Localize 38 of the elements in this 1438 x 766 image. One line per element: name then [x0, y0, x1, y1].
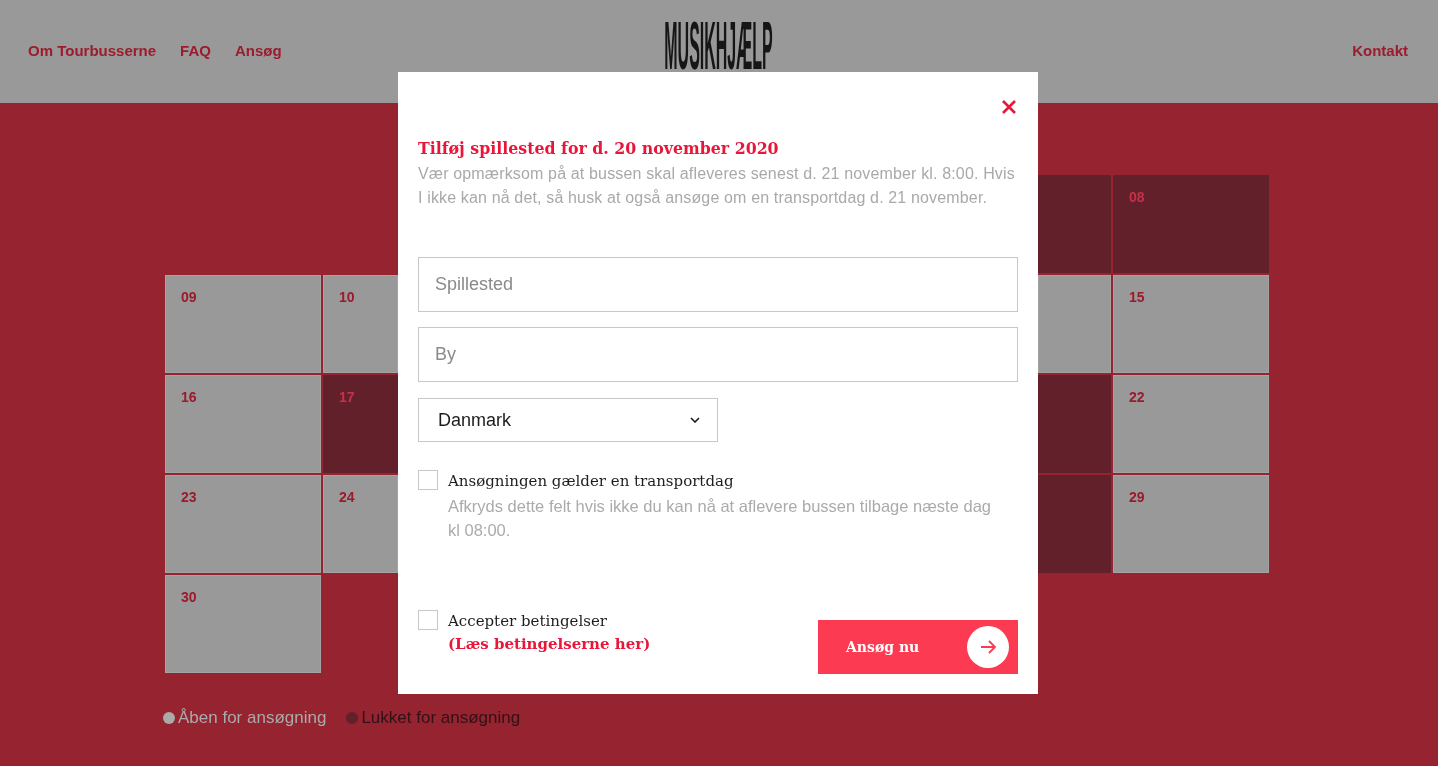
- close-icon: [1002, 100, 1016, 114]
- legend-label: Åben for ansøgning: [178, 708, 327, 728]
- checkbox[interactable]: [418, 470, 438, 490]
- country-select[interactable]: Danmark: [418, 398, 718, 442]
- modal-title: Tilføj spillested for d. 20 november 2020: [418, 138, 780, 160]
- chevron-down-icon: [690, 417, 700, 423]
- calendar-day[interactable]: 16: [165, 375, 321, 473]
- calendar-day[interactable]: 08: [1113, 175, 1269, 273]
- site-logo[interactable]: MUSIKHJÆLP: [663, 20, 773, 71]
- arrow-right-icon: [967, 626, 1009, 668]
- calendar-day[interactable]: [1038, 275, 1111, 373]
- input-field[interactable]: By: [418, 327, 1018, 382]
- nav-link[interactable]: Kontakt: [1352, 41, 1408, 59]
- calendar-day[interactable]: 17: [323, 375, 398, 473]
- nav-link[interactable]: FAQ: [180, 41, 211, 59]
- checkbox-label: Accepter betingelser: [448, 611, 607, 632]
- calendar-day[interactable]: [1038, 375, 1111, 473]
- calendar-day[interactable]: 24: [323, 475, 398, 573]
- submit-button[interactable]: Ansøg nu: [818, 620, 1018, 674]
- terms-link[interactable]: (Læs betingelserne her): [448, 632, 651, 656]
- nav-link[interactable]: Om Tourbusserne: [28, 41, 157, 59]
- checkbox-label: Ansøgningen gælder en transportdag: [448, 471, 735, 492]
- calendar-day[interactable]: 22: [1113, 375, 1269, 473]
- nav-link[interactable]: Ansøg: [234, 41, 282, 59]
- calendar-day[interactable]: 23: [165, 475, 321, 573]
- calendar-day[interactable]: 10: [323, 275, 398, 373]
- calendar-day[interactable]: [1038, 175, 1111, 273]
- help-text: Afkryds dette felt hvis ikke du kan nå at aflevere bussen tilbage næste dag kl 08:00.: [448, 496, 992, 541]
- legend-label: Lukket for ansøgning: [361, 708, 521, 728]
- close-button[interactable]: [1000, 98, 1018, 116]
- modal-note: Vær opmærksom på at bussen skal afleveres senest d. 21 november kl. 8:00. Hvis I ikke kan nå det, så husk at også ansøge om en transportdag d. 21 november.: [418, 164, 1016, 208]
- calendar-day[interactable]: 30: [165, 575, 321, 673]
- input-field[interactable]: Spillested: [418, 257, 1018, 312]
- checkbox[interactable]: [418, 610, 438, 630]
- calendar-day[interactable]: 15: [1113, 275, 1269, 373]
- calendar-day[interactable]: 29: [1113, 475, 1269, 573]
- calendar-day[interactable]: [1038, 475, 1111, 573]
- calendar-day[interactable]: 09: [165, 275, 321, 373]
